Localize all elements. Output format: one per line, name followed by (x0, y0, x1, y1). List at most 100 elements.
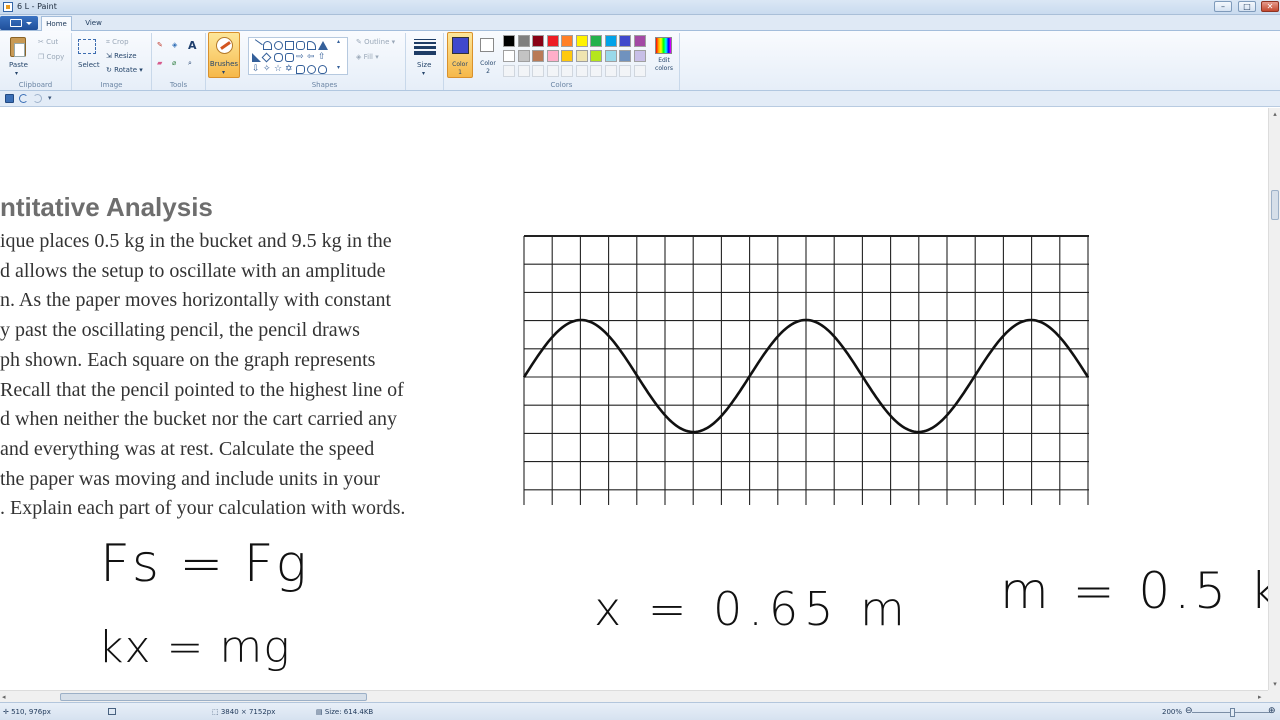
palette-swatch[interactable] (517, 50, 530, 62)
diamond-shape-icon[interactable] (261, 52, 272, 63)
triangle-shape-icon[interactable] (318, 41, 328, 50)
crop-button[interactable]: ⌗ Crop (106, 38, 129, 47)
rotate-button[interactable]: ↻ Rotate ▾ (106, 66, 143, 74)
palette-swatch[interactable] (503, 35, 515, 47)
oval-shape-icon[interactable] (274, 41, 283, 50)
paint-app-icon[interactable] (3, 2, 13, 12)
pencil-icon[interactable]: ✎ (157, 41, 163, 49)
palette-swatch[interactable] (575, 50, 588, 62)
size-button[interactable]: Size (417, 61, 431, 69)
copy-button[interactable]: ❐ Copy (38, 53, 64, 61)
horizontal-scroll-thumb[interactable] (60, 693, 367, 701)
palette-swatch[interactable] (517, 35, 530, 47)
magnifier-icon[interactable]: ⌕ (188, 59, 192, 68)
shapes-more-icon[interactable]: ▾ (337, 64, 340, 71)
save-icon[interactable] (5, 94, 14, 103)
line-shape-icon[interactable] (250, 39, 263, 52)
palette-swatch[interactable] (633, 35, 646, 47)
custom-color-swatch[interactable] (604, 65, 617, 77)
five-point-star-shape-icon[interactable]: ☆ (274, 65, 283, 74)
brushes-button[interactable]: Brushes ▾ (208, 32, 240, 78)
zoom-slider-knob[interactable] (1230, 708, 1235, 717)
palette-swatch[interactable] (561, 50, 573, 62)
scroll-down-arrow-icon[interactable]: ▾ (1271, 680, 1279, 688)
right-arrow-shape-icon[interactable]: ⇨ (296, 53, 305, 62)
custom-color-swatch[interactable] (517, 65, 530, 77)
zoom-out-button[interactable]: ⊖ (1185, 706, 1193, 716)
maximize-button[interactable]: □ (1238, 1, 1256, 12)
cut-button[interactable]: ✂ Cut (38, 38, 58, 46)
resize-button[interactable]: ⇲ Resize (106, 52, 137, 60)
paste-button[interactable]: Paste (9, 61, 28, 69)
curve-shape-icon[interactable] (263, 41, 272, 50)
palette-swatch[interactable] (532, 50, 544, 62)
custom-color-swatch[interactable] (546, 65, 559, 77)
rectangle-shape-icon[interactable] (285, 41, 294, 50)
pentagon-shape-icon[interactable] (274, 53, 283, 62)
zoom-in-button[interactable]: ⊕ (1268, 706, 1276, 716)
palette-swatch[interactable] (619, 50, 631, 62)
fill-button[interactable]: ◈ Fill ▾ (356, 53, 379, 61)
vertical-scroll-thumb[interactable] (1271, 190, 1279, 220)
palette-swatch[interactable] (503, 50, 515, 62)
custom-color-swatch[interactable] (590, 65, 602, 77)
color2-button[interactable]: Color 2 (477, 32, 499, 78)
customize-toolbar-icon[interactable]: ▾ (48, 94, 55, 103)
paste-icon[interactable] (10, 37, 26, 57)
paint-menu-button[interactable] (0, 16, 38, 30)
color1-button[interactable]: Color 1 (447, 32, 473, 78)
paste-dropdown-icon[interactable]: ▾ (15, 70, 18, 77)
color-picker-icon[interactable]: ⌀ (172, 59, 176, 67)
custom-color-swatch[interactable] (561, 65, 573, 77)
tab-view[interactable]: View (77, 16, 110, 31)
size-dropdown-icon[interactable]: ▾ (422, 70, 425, 77)
select-button[interactable]: Select (78, 61, 100, 69)
custom-color-swatch[interactable] (633, 65, 646, 77)
shapes-gallery[interactable]: ⇨ ⇦ ⇧ ⇩ ✧ ☆ ✡ ▴ ▾ (248, 37, 348, 75)
select-icon[interactable] (78, 39, 96, 54)
palette-swatch[interactable] (619, 35, 631, 47)
custom-color-swatch[interactable] (532, 65, 544, 77)
palette-swatch[interactable] (546, 50, 559, 62)
oval-callout-shape-icon[interactable] (307, 65, 316, 74)
drawing-canvas[interactable]: ntitative Analysis ique places 0.5 kg in… (0, 108, 1268, 690)
palette-swatch[interactable] (575, 35, 588, 47)
four-point-star-shape-icon[interactable]: ✧ (263, 65, 272, 74)
palette-swatch[interactable] (590, 35, 602, 47)
fill-icon[interactable]: ◈ (172, 41, 177, 49)
scroll-up-arrow-icon[interactable]: ▴ (1271, 110, 1279, 118)
shapes-scroll-up-icon[interactable]: ▴ (337, 38, 340, 45)
palette-swatch[interactable] (546, 35, 559, 47)
rounded-rectangle-shape-icon[interactable] (296, 41, 305, 50)
palette-swatch[interactable] (633, 50, 646, 62)
vertical-scrollbar[interactable]: ▴ ▾ (1268, 108, 1280, 690)
hexagon-shape-icon[interactable] (285, 53, 294, 62)
right-triangle-shape-icon[interactable] (252, 53, 261, 62)
six-point-star-shape-icon[interactable]: ✡ (285, 65, 294, 74)
custom-color-swatch[interactable] (619, 65, 631, 77)
eraser-icon[interactable]: ▰ (157, 59, 162, 67)
palette-swatch[interactable] (532, 35, 544, 47)
up-arrow-shape-icon[interactable]: ⇧ (318, 53, 327, 62)
close-button[interactable]: ✕ (1261, 1, 1279, 12)
minimize-button[interactable]: – (1214, 1, 1232, 12)
palette-swatch[interactable] (604, 35, 617, 47)
down-arrow-shape-icon[interactable]: ⇩ (252, 65, 261, 74)
callout-shape-icon[interactable] (296, 65, 305, 74)
undo-icon[interactable] (19, 94, 28, 103)
edit-colors-button[interactable]: Edit colors (650, 35, 678, 79)
scroll-right-arrow-icon[interactable]: ▸ (1258, 693, 1262, 701)
polygon-shape-icon[interactable] (307, 41, 316, 50)
text-tool-icon[interactable]: A (188, 39, 197, 52)
palette-swatch[interactable] (604, 50, 617, 62)
custom-color-swatch[interactable] (575, 65, 588, 77)
custom-color-swatch[interactable] (503, 65, 515, 77)
tab-home[interactable]: Home (41, 16, 72, 31)
palette-swatch[interactable] (590, 50, 602, 62)
left-arrow-shape-icon[interactable]: ⇦ (307, 53, 316, 62)
outline-button[interactable]: ✎ Outline ▾ (356, 38, 395, 46)
scroll-left-arrow-icon[interactable]: ◂ (2, 693, 6, 701)
redo-icon[interactable] (33, 94, 42, 103)
size-icon[interactable] (414, 39, 436, 55)
palette-swatch[interactable] (561, 35, 573, 47)
